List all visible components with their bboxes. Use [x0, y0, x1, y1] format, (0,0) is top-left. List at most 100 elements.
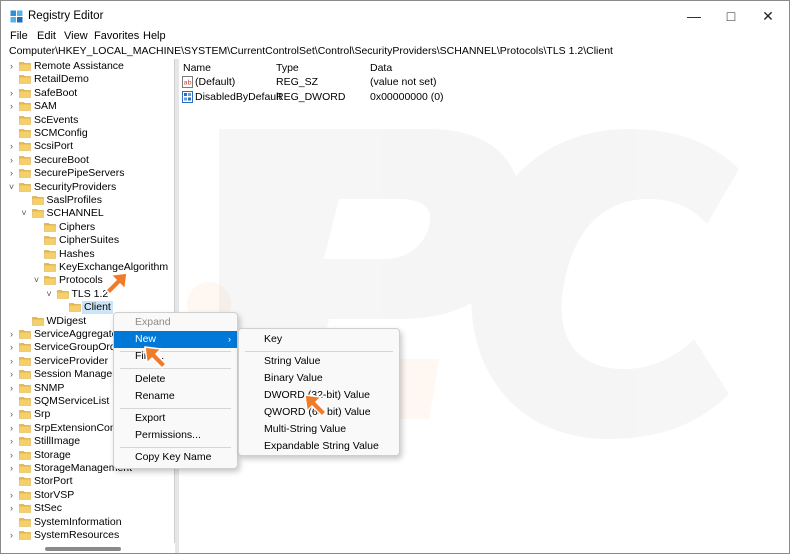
chevron-down-icon[interactable]: ˅ — [32, 274, 41, 287]
chevron-right-icon[interactable]: › — [7, 60, 16, 73]
tree-node[interactable]: SystemInformation — [5, 516, 174, 529]
menu-expand[interactable]: Expand — [114, 314, 237, 331]
chevron-right-icon[interactable]: › — [7, 87, 16, 100]
address-bar[interactable]: Computer\HKEY_LOCAL_MACHINE\SYSTEM\Curre… — [5, 45, 787, 59]
chevron-right-icon[interactable]: › — [7, 355, 16, 368]
folder-icon — [56, 289, 69, 299]
value-row[interactable]: ab (Default) REG_SZ (value not set) — [179, 76, 579, 90]
menu-rename[interactable]: Rename — [114, 388, 237, 405]
chevron-right-icon[interactable]: › — [7, 154, 16, 167]
tree-node[interactable]: KeyExchangeAlgorithm — [5, 261, 174, 274]
tree-node[interactable]: › StSec — [5, 502, 174, 515]
tree-node[interactable]: ˅ SecurityProviders — [5, 181, 174, 194]
scrollbar-thumb[interactable] — [45, 547, 121, 551]
chevron-right-icon[interactable]: › — [7, 449, 16, 462]
folder-icon — [19, 75, 31, 85]
tree-node[interactable]: › SAM — [5, 100, 174, 113]
chevron-right-icon[interactable]: › — [7, 529, 16, 542]
folder-icon — [19, 397, 31, 406]
values-list[interactable]: Name Type Data ab (Default) REG_SZ (valu… — [179, 59, 787, 553]
folder-icon — [19, 182, 31, 192]
chevron-down-icon[interactable]: ˅ — [7, 181, 16, 194]
title-bar[interactable]: Registry Editor — □ ✕ — [1, 1, 789, 31]
close-button[interactable]: ✕ — [751, 1, 785, 31]
menu-favorites[interactable]: Favorites — [94, 30, 139, 42]
tree-node[interactable]: › StorVSP — [5, 489, 174, 502]
tree-node[interactable]: › Remote Assistance — [5, 60, 174, 73]
tree-node-label: Storage — [34, 448, 71, 461]
minimize-button[interactable]: — — [677, 1, 711, 31]
chevron-right-icon[interactable]: › — [7, 462, 16, 475]
column-header-data[interactable]: Data — [370, 62, 392, 74]
folder-icon — [19, 102, 31, 111]
tree-node[interactable]: CipherSuites — [5, 234, 174, 247]
submenu-string-value[interactable]: String Value — [239, 353, 399, 370]
chevron-right-icon[interactable]: › — [7, 167, 16, 180]
chevron-right-icon[interactable]: › — [7, 489, 16, 502]
folder-icon — [19, 370, 31, 379]
menu-find[interactable]: Find... — [114, 348, 237, 365]
svg-text:ab: ab — [184, 79, 192, 87]
maximize-button[interactable]: □ — [714, 1, 748, 31]
value-name: (Default) — [195, 76, 236, 88]
tree-node[interactable]: RetailDemo — [5, 73, 174, 86]
menu-view[interactable]: View — [64, 30, 88, 42]
folder-icon — [31, 209, 44, 219]
menu-export[interactable]: Export — [114, 410, 237, 427]
menu-help[interactable]: Help — [143, 30, 166, 42]
chevron-right-icon[interactable]: › — [7, 502, 16, 515]
chevron-right-icon[interactable]: › — [7, 100, 16, 113]
tree-node-label: Remote Assistance — [34, 60, 124, 72]
tree-node[interactable]: SCMConfig — [5, 127, 174, 140]
tree-horizontal-scrollbar[interactable] — [5, 543, 175, 553]
tree-node[interactable]: › SafeBoot — [5, 87, 174, 100]
tree-node-label: SystemResources — [34, 529, 120, 541]
tree-node[interactable]: ScEvents — [5, 114, 174, 127]
chevron-right-icon[interactable]: › — [7, 341, 16, 354]
tree-node[interactable]: SaslProfiles — [5, 194, 174, 207]
tree-node[interactable]: › SystemResources — [5, 529, 174, 542]
menu-edit[interactable]: Edit — [37, 30, 56, 42]
menu-file[interactable]: File — [10, 30, 28, 42]
tree-node[interactable]: › SecureBoot — [5, 153, 174, 167]
tree-node[interactable]: ˅ SCHANNEL — [5, 207, 174, 220]
menu-delete[interactable]: Delete — [114, 371, 237, 388]
tree-node[interactable]: ˅ Protocols — [5, 274, 174, 287]
column-header-type[interactable]: Type — [276, 62, 299, 74]
key-tree[interactable]: › Remote Assistance RetailDemo › SafeBoot › SA… — [5, 59, 175, 543]
submenu-key[interactable]: Key — [239, 331, 399, 348]
tree-node[interactable]: Ciphers — [5, 221, 174, 234]
tree-node-label: ScsiPort — [34, 140, 74, 153]
chevron-right-icon[interactable]: › — [7, 382, 16, 395]
chevron-right-icon[interactable]: › — [7, 140, 16, 153]
tree-node[interactable]: StorPort — [5, 475, 174, 488]
chevron-right-icon[interactable]: › — [7, 422, 16, 435]
value-data: 0x00000000 (0) — [370, 91, 444, 103]
chevron-down-icon[interactable]: ˅ — [45, 288, 54, 301]
tree-node[interactable]: › SecurePipeServers — [5, 167, 174, 180]
registry-editor-icon — [10, 10, 23, 23]
chevron-right-icon[interactable]: › — [7, 408, 16, 421]
chevron-right-icon[interactable]: › — [7, 368, 16, 381]
chevron-right-icon[interactable]: › — [7, 435, 16, 448]
submenu-expandable-string-value[interactable]: Expandable String Value — [239, 438, 399, 455]
tree-node-label: CipherSuites — [59, 234, 120, 247]
chevron-down-icon[interactable]: ˅ — [20, 207, 29, 220]
chevron-right-icon[interactable]: › — [7, 328, 16, 341]
tree-node-label: SecureBoot — [34, 153, 89, 166]
tree-node-label: ServiceGroupOrder — [34, 341, 126, 354]
menu-new[interactable]: New › — [114, 331, 237, 348]
tree-node[interactable]: ˅ TLS 1.2 — [5, 288, 174, 301]
value-row[interactable]: DisabledByDefault REG_DWORD 0x00000000 (… — [179, 91, 579, 105]
tree-node-label: Srp — [34, 408, 51, 421]
value-data: (value not set) — [370, 76, 437, 88]
tree-node-label: StSec — [34, 502, 63, 515]
tree-node[interactable]: Hashes — [5, 248, 174, 261]
menu-copy-key-name[interactable]: Copy Key Name — [114, 449, 237, 466]
column-header-name[interactable]: Name — [183, 62, 211, 74]
menu-permissions[interactable]: Permissions... — [114, 427, 237, 444]
submenu-binary-value[interactable]: Binary Value — [239, 370, 399, 387]
tree-node[interactable]: › ScsiPort — [5, 140, 174, 153]
